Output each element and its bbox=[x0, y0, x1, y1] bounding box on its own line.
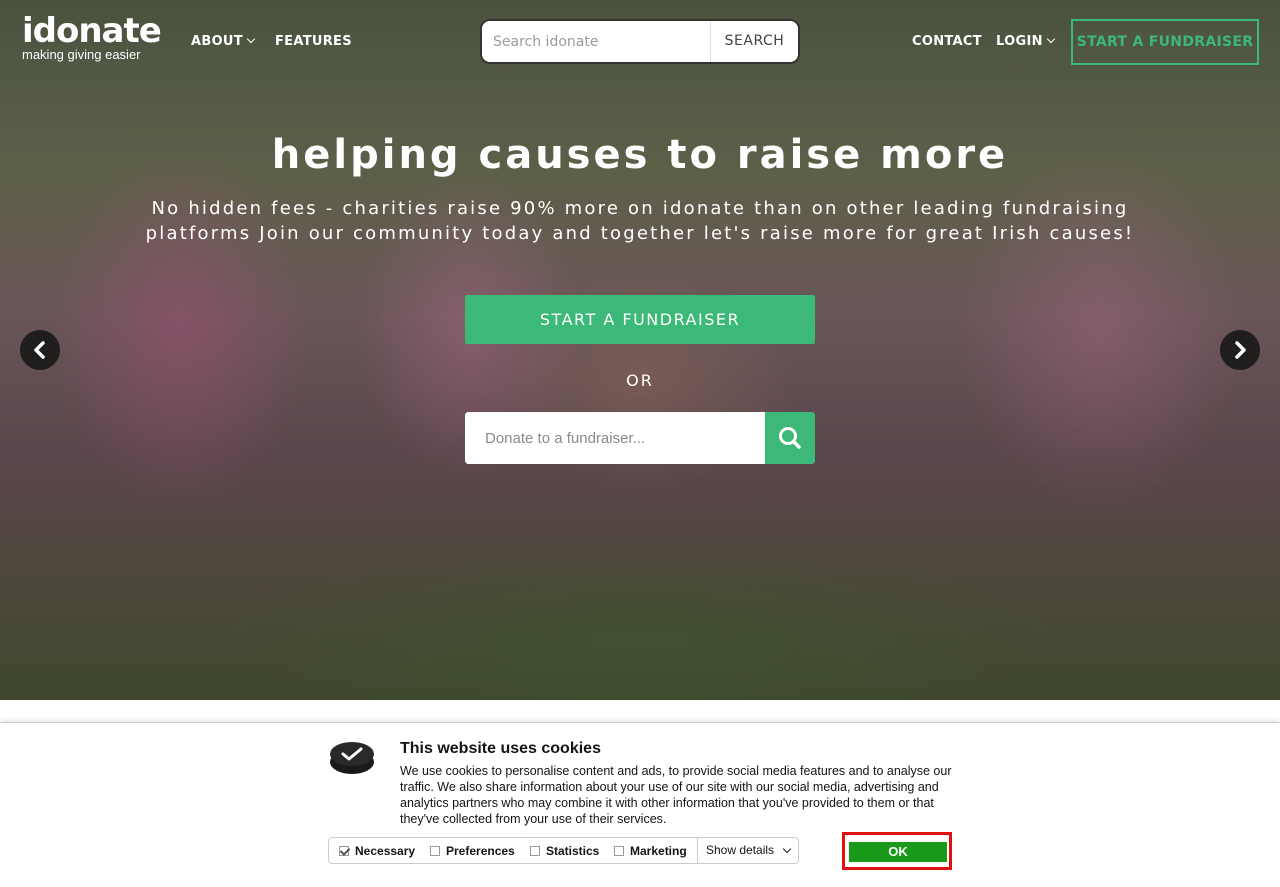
cookie-title: This website uses cookies bbox=[400, 740, 601, 757]
show-details-label: Show details bbox=[706, 843, 775, 857]
start-fundraiser-button[interactable]: START A FUNDRAISER bbox=[465, 295, 815, 344]
consent-preferences[interactable]: Preferences bbox=[430, 844, 515, 858]
consent-necessary[interactable]: Necessary bbox=[339, 844, 415, 858]
hero-overlay bbox=[0, 0, 1280, 700]
site-logo[interactable]: idonate making giving easier bbox=[22, 11, 162, 66]
logo-tagline: making giving easier bbox=[22, 47, 141, 62]
nav-contact[interactable]: CONTACT bbox=[912, 34, 982, 49]
donate-search-button[interactable] bbox=[765, 412, 815, 464]
logo-wordmark: idonate bbox=[22, 11, 162, 51]
nav-about[interactable]: ABOUT bbox=[191, 34, 256, 49]
consent-preferences-label: Preferences bbox=[446, 844, 515, 858]
donate-search bbox=[465, 412, 815, 464]
consent-marketing-label: Marketing bbox=[630, 844, 687, 858]
consent-statistics-label: Statistics bbox=[546, 844, 600, 858]
hero-subtitle: No hidden fees - charities raise 90% mor… bbox=[145, 198, 1135, 244]
hero-banner bbox=[0, 0, 1280, 700]
cookie-ok-button[interactable]: OK bbox=[849, 842, 947, 862]
checkbox-checked-icon bbox=[339, 846, 349, 856]
chevron-down-icon bbox=[1046, 34, 1056, 44]
nav-login[interactable]: LOGIN bbox=[996, 34, 1056, 49]
chevron-down-icon bbox=[782, 844, 792, 854]
nav-contact-label: CONTACT bbox=[912, 34, 982, 49]
ok-highlight-frame: OK bbox=[842, 832, 952, 870]
cookiebot-logo-icon bbox=[330, 742, 374, 774]
checkbox-icon bbox=[530, 846, 540, 856]
carousel-next-button[interactable] bbox=[1220, 330, 1260, 370]
consent-necessary-label: Necessary bbox=[355, 844, 416, 858]
consent-statistics[interactable]: Statistics bbox=[530, 844, 599, 858]
show-details-select[interactable]: Show details bbox=[697, 837, 799, 864]
carousel-prev-button[interactable] bbox=[20, 330, 60, 370]
chevron-down-icon bbox=[246, 34, 256, 44]
nav-features-label: FEATURES bbox=[275, 34, 352, 49]
consent-options: Necessary Preferences Statistics Marketi… bbox=[328, 837, 700, 864]
site-search: SEARCH bbox=[480, 19, 800, 64]
nav-features[interactable]: FEATURES bbox=[275, 34, 352, 49]
search-input[interactable] bbox=[482, 21, 710, 62]
hero-title: helping causes to raise more bbox=[271, 132, 1009, 178]
or-separator: OR bbox=[626, 371, 654, 390]
cookie-description: We use cookies to personalise content an… bbox=[400, 764, 952, 826]
nav-about-label: ABOUT bbox=[191, 34, 243, 49]
donate-search-input[interactable] bbox=[465, 412, 765, 464]
search-button[interactable]: SEARCH bbox=[710, 21, 798, 62]
checkbox-icon bbox=[614, 846, 624, 856]
search-icon bbox=[779, 427, 801, 449]
consent-marketing[interactable]: Marketing bbox=[614, 844, 687, 858]
checkbox-icon bbox=[430, 846, 440, 856]
chevron-right-icon bbox=[1235, 341, 1246, 359]
page-section-gap bbox=[0, 700, 1280, 722]
chevron-left-icon bbox=[34, 341, 45, 359]
start-fundraiser-nav-button[interactable]: START A FUNDRAISER bbox=[1071, 19, 1259, 65]
nav-login-label: LOGIN bbox=[996, 34, 1043, 49]
